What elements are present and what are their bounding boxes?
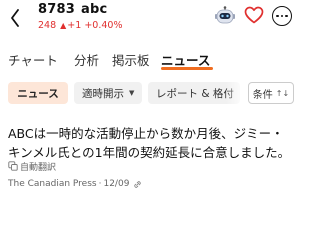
stock-name: abc [80,2,108,17]
price-change-percent: +0.40% [84,20,123,31]
filter-chip-disclosure[interactable]: 適時開示 ▼ [74,82,142,104]
chevron-left-icon [11,9,19,27]
news-date: 12/09 [103,179,130,189]
sort-arrows-icon: ↑↓ [275,88,290,98]
tab-chart[interactable]: チャート [8,50,58,69]
tab-board[interactable]: 掲示板 [112,50,150,69]
news-source: The Canadian Press [8,179,97,189]
auto-translate-text: 自動翻訳 [20,162,57,173]
stock-title: 8783 abc [38,2,107,17]
active-tab-indicator [161,67,213,70]
price-change: +1 [67,20,82,31]
auto-translate-label: 自動翻訳 [8,160,57,173]
translate-icon [8,161,18,171]
stock-price: 248 [38,20,57,31]
main-tabs: チャート 分析 掲示板 ニュース [0,50,300,72]
more-options-icon[interactable] [272,6,292,26]
stock-code: 8783 [38,2,75,17]
chip-overflow-fade [226,82,246,104]
link-icon[interactable] [133,180,142,189]
news-meta: The Canadian Press · 12/09 [8,178,142,190]
filter-chip-report-label: レポート & 格付 [156,87,234,100]
caret-down-icon: ▼ [129,89,135,97]
favorite-heart-icon[interactable] [244,6,264,24]
news-headline[interactable]: ABCは一時的な活動停止から数か月後、ジミー・キンメル氏との1年間の契約延長に合… [8,124,296,162]
up-arrow-icon: ▲ [60,21,67,30]
conditions-button[interactable]: 条件 ↑↓ [248,82,294,104]
back-button[interactable] [8,8,22,28]
stock-quote: 248 ▲+1 +0.40% [38,20,122,31]
filter-chip-disclosure-label: 適時開示 [82,87,124,100]
ai-assistant-icon[interactable] [214,6,236,26]
filter-chip-news[interactable]: ニュース [8,82,68,104]
conditions-label: 条件 [252,89,273,101]
tab-analysis[interactable]: 分析 [74,50,99,69]
stock-header: 8783 abc 248 ▲+1 +0.40% [0,0,300,40]
filter-chip-news-label: ニュース [17,87,59,100]
